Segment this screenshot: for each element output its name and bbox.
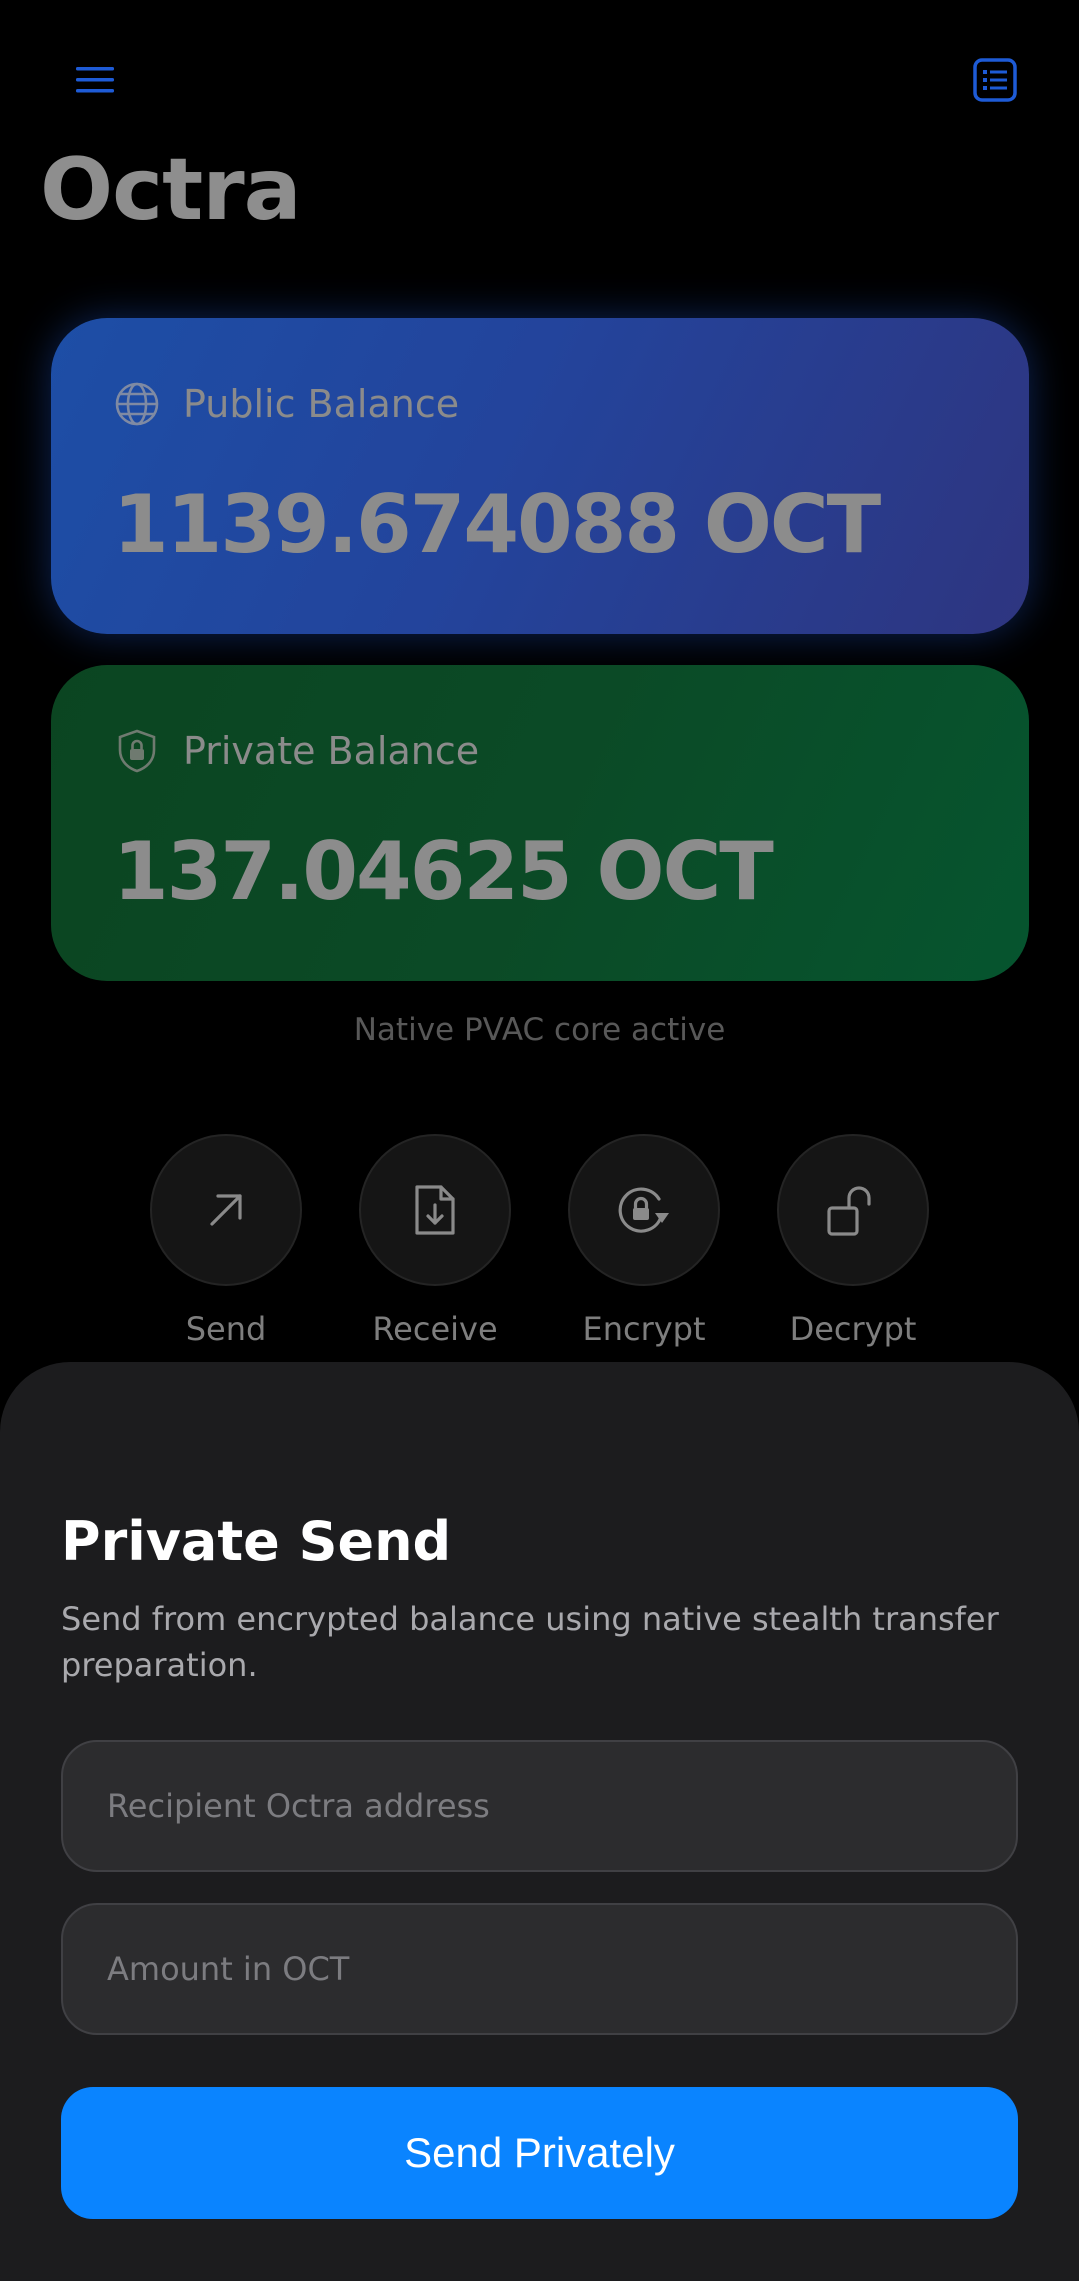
private-balance-amount: 137.04625 OCT (113, 825, 774, 918)
globe-icon (113, 380, 161, 428)
private-balance-card[interactable]: Private Balance 137.04625 OCT (51, 665, 1029, 981)
receive-action-label: Receive (372, 1310, 498, 1348)
receive-action-button[interactable] (359, 1134, 511, 1286)
pvac-status-text: Native PVAC core active (353, 1012, 726, 1048)
send-privately-button[interactable]: Send Privately (61, 2087, 1018, 2219)
hamburger-menu-icon[interactable] (64, 48, 128, 112)
decrypt-action-label: Decrypt (789, 1310, 917, 1348)
receive-action[interactable]: Receive (345, 1134, 525, 1348)
file-download-icon (415, 1185, 455, 1235)
unlock-icon (827, 1186, 871, 1236)
amount-input[interactable]: Amount in OCT (61, 1903, 1018, 2035)
decrypt-action-button[interactable] (777, 1134, 929, 1286)
private-send-sheet: Private Send Send from encrypted balance… (0, 1362, 1079, 2281)
sheet-description: Send from encrypted balance using native… (61, 1600, 999, 1684)
list-icon[interactable] (963, 48, 1027, 112)
private-balance-label: Private Balance (183, 729, 480, 773)
encrypt-action[interactable]: Encrypt (554, 1134, 734, 1348)
public-balance-label: Public Balance (183, 382, 460, 426)
private-balance-header: Private Balance (113, 725, 1029, 777)
top-bar (0, 0, 1079, 160)
public-balance-amount: 1139.674088 OCT (113, 478, 881, 571)
lock-rotate-icon (618, 1187, 669, 1233)
send-action-label: Send (185, 1310, 267, 1348)
encrypt-action-button[interactable] (568, 1134, 720, 1286)
arrow-up-right-icon (210, 1194, 242, 1226)
send-action[interactable]: Send (136, 1134, 316, 1348)
app-title: Octra (40, 140, 302, 240)
send-action-button[interactable] (150, 1134, 302, 1286)
shield-lock-icon (113, 727, 161, 775)
wallet-screen: Octra Public Balance 1139.674088 OCT Pri… (0, 0, 1079, 2281)
encrypt-action-label: Encrypt (582, 1310, 706, 1348)
sheet-title: Private Send (61, 1510, 452, 1573)
public-balance-card[interactable]: Public Balance 1139.674088 OCT (51, 318, 1029, 634)
public-balance-header: Public Balance (113, 378, 1029, 430)
recipient-address-input[interactable]: Recipient Octra address (61, 1740, 1018, 1872)
decrypt-action[interactable]: Decrypt (763, 1134, 943, 1348)
